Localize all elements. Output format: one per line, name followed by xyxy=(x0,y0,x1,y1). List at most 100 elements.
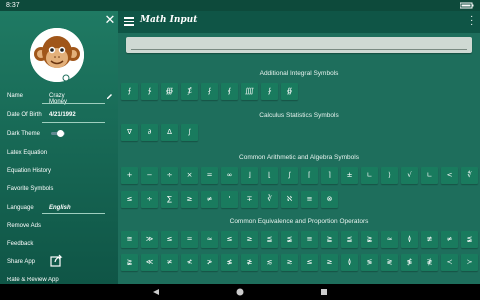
symbol-button[interactable]: ≠ xyxy=(201,191,218,208)
symbol-button[interactable]: ∓ xyxy=(241,191,258,208)
symbol-button[interactable]: ≱ xyxy=(241,254,258,271)
symbol-button[interactable]: ⨑ xyxy=(261,83,278,100)
symbol-button[interactable]: ÷ xyxy=(141,191,158,208)
symbol-button[interactable]: ± xyxy=(341,167,358,184)
symbol-button[interactable]: = xyxy=(201,167,218,184)
symbol-button[interactable]: ≬ xyxy=(401,231,418,248)
feedback-item[interactable]: Feedback xyxy=(7,241,33,247)
share-icon[interactable] xyxy=(50,254,63,267)
menu-icon[interactable] xyxy=(124,17,134,26)
symbol-button[interactable]: ≹ xyxy=(421,254,438,271)
remove-ads-item[interactable]: Remove Ads xyxy=(7,223,41,229)
symbol-button[interactable]: < xyxy=(441,167,458,184)
symbol-button[interactable]: ≡ xyxy=(301,191,318,208)
symbol-button[interactable]: ≤ xyxy=(221,231,238,248)
rate-review-item[interactable]: Rate & Review App xyxy=(7,277,59,284)
symbol-button[interactable]: ∛ xyxy=(261,191,278,208)
symbol-button[interactable]: ≅ xyxy=(121,231,138,248)
symbol-button[interactable]: ∞ xyxy=(221,167,238,184)
symbol-button[interactable]: ≯ xyxy=(201,254,218,271)
latex-equation-item[interactable]: Latex Equation xyxy=(7,150,47,156)
symbol-button[interactable]: ≳ xyxy=(281,254,298,271)
symbol-button[interactable]: = xyxy=(181,231,198,248)
symbol-button[interactable]: − xyxy=(141,167,158,184)
dark-theme-toggle[interactable] xyxy=(51,130,65,137)
favorite-symbols-item[interactable]: Favorite Symbols xyxy=(7,186,53,192)
symbol-button[interactable]: ≧ xyxy=(321,231,338,248)
language-row[interactable]: Language English xyxy=(7,205,71,211)
symbol-button[interactable]: ≺ xyxy=(441,254,458,271)
symbol-button[interactable]: ≤ xyxy=(301,254,318,271)
math-input-field[interactable] xyxy=(126,37,472,53)
symbol-button[interactable]: ≷ xyxy=(381,254,398,271)
symbol-button[interactable]: ∫ xyxy=(181,124,198,141)
symbol-button[interactable]: ⌉ xyxy=(321,167,338,184)
home-icon[interactable] xyxy=(236,288,244,296)
symbol-button[interactable]: ≶ xyxy=(361,254,378,271)
symbol-button[interactable]: ' xyxy=(221,191,238,208)
symbol-button[interactable]: × xyxy=(181,167,198,184)
symbol-button[interactable]: ≫ xyxy=(141,231,158,248)
symbol-button[interactable]: ∟ xyxy=(421,167,438,184)
symbol-button[interactable]: ≩ xyxy=(121,254,138,271)
symbol-button[interactable]: ≨ xyxy=(281,231,298,248)
dark-theme-label: Dark Theme xyxy=(7,131,40,137)
symbol-button[interactable]: ∫ xyxy=(281,167,298,184)
overflow-menu-icon[interactable]: · · · xyxy=(470,12,474,30)
symbol-button[interactable]: ≬ xyxy=(341,254,358,271)
symbol-button[interactable]: ≈ xyxy=(381,231,398,248)
symbol-button[interactable]: ≰ xyxy=(221,254,238,271)
symbol-button[interactable]: ≈ xyxy=(201,231,218,248)
symbol-button[interactable]: + xyxy=(121,167,138,184)
symbol-button[interactable]: ≠ xyxy=(441,231,458,248)
symbol-button[interactable]: ⨌ xyxy=(241,83,258,100)
symbol-button[interactable]: ∜ xyxy=(461,167,478,184)
recents-icon[interactable] xyxy=(320,288,328,296)
dob-row[interactable]: Date Of Birth 4/21/1992 xyxy=(7,112,76,118)
symbol-button[interactable]: ∱ xyxy=(141,83,158,100)
symbol-button[interactable]: ≢ xyxy=(421,231,438,248)
avatar[interactable] xyxy=(30,28,84,82)
symbol-button[interactable]: √ xyxy=(401,167,418,184)
symbol-button[interactable]: ⌋ xyxy=(241,167,258,184)
symbol-button[interactable]: ≻ xyxy=(461,254,478,271)
symbol-button[interactable]: ⊗ xyxy=(321,191,338,208)
name-row[interactable]: Name Crazy Money xyxy=(7,93,67,105)
symbol-button[interactable]: ≦ xyxy=(341,231,358,248)
symbol-button[interactable]: ≤ xyxy=(121,191,138,208)
symbol-button[interactable]: ≨ xyxy=(461,231,478,248)
symbol-button[interactable]: ⌈ xyxy=(301,167,318,184)
symbol-button[interactable]: ÷ xyxy=(161,167,178,184)
symbol-button[interactable]: ≡ xyxy=(301,231,318,248)
symbol-button[interactable]: ∇ xyxy=(121,124,138,141)
symbol-button[interactable]: ℵ xyxy=(281,191,298,208)
equation-history-item[interactable]: Equation History xyxy=(7,168,51,174)
symbol-button[interactable]: ≸ xyxy=(401,254,418,271)
back-icon[interactable] xyxy=(152,288,160,296)
symbol-button[interactable]: ≲ xyxy=(261,254,278,271)
symbol-button[interactable]: ≥ xyxy=(321,254,338,271)
symbol-button[interactable]: ⟩ xyxy=(381,167,398,184)
symbol-button[interactable]: ≥ xyxy=(181,191,198,208)
symbol-button[interactable]: ⨋ xyxy=(181,83,198,100)
symbol-button[interactable]: ≤ xyxy=(161,231,178,248)
symbol-button[interactable]: ∯ xyxy=(281,83,298,100)
symbol-button[interactable]: ≮ xyxy=(181,254,198,271)
close-icon[interactable]: ✕ xyxy=(103,13,117,27)
symbol-button[interactable]: Δ xyxy=(161,124,178,141)
symbol-button[interactable]: ∟ xyxy=(361,167,378,184)
symbol-button[interactable]: ∂ xyxy=(141,124,158,141)
symbol-button[interactable]: ≪ xyxy=(141,254,158,271)
symbol-button[interactable]: ≭ xyxy=(161,254,178,271)
share-app-item[interactable]: Share App xyxy=(7,259,35,265)
symbol-button[interactable]: ⨏ xyxy=(201,83,218,100)
symbol-button[interactable]: ⨍ xyxy=(121,83,138,100)
symbol-button[interactable]: ∰ xyxy=(161,83,178,100)
symbol-button[interactable]: ⌊ xyxy=(261,167,278,184)
edit-icon[interactable] xyxy=(106,93,113,100)
symbol-button[interactable]: ∑ xyxy=(161,191,178,208)
symbol-button[interactable]: ⨐ xyxy=(221,83,238,100)
symbol-button[interactable]: ≦ xyxy=(261,231,278,248)
symbol-button[interactable]: ≥ xyxy=(241,231,258,248)
symbol-button[interactable]: ≩ xyxy=(361,231,378,248)
